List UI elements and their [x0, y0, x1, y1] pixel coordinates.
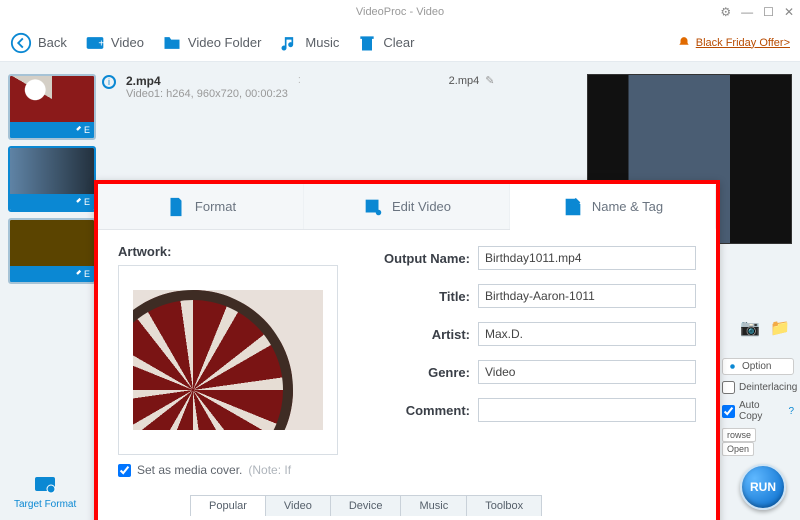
- back-button[interactable]: Back: [10, 32, 67, 54]
- target-format-icon: [30, 473, 60, 497]
- open-button[interactable]: Open: [722, 442, 754, 456]
- clear-button[interactable]: Clear: [357, 33, 414, 53]
- output-file-name: 2.mp4 ✎: [449, 74, 495, 87]
- clip-thumb[interactable]: E: [8, 74, 96, 140]
- promo-label: Black Friday Offer>: [696, 37, 790, 49]
- clear-label: Clear: [383, 35, 414, 50]
- svg-text:+: +: [98, 38, 104, 49]
- run-button[interactable]: RUN: [740, 464, 786, 510]
- bell-icon: [677, 36, 691, 50]
- set-cover-checkbox[interactable]: [118, 464, 131, 477]
- artist-field[interactable]: [478, 322, 696, 346]
- clip-thumb[interactable]: E: [8, 146, 96, 212]
- snapshot-icon[interactable]: 📷: [740, 318, 760, 338]
- tab-format[interactable]: Format: [98, 184, 304, 229]
- format-category-tabs: Popular Video Device Music Toolbox: [190, 495, 541, 516]
- artist-label: Artist:: [352, 327, 470, 342]
- titlebar: VideoProc - Video ⚙ — ☐ ✕: [0, 0, 800, 24]
- target-format-button[interactable]: Target Format: [14, 473, 76, 510]
- tab-toolbox[interactable]: Toolbox: [466, 495, 542, 516]
- title-label: Title:: [352, 289, 470, 304]
- gear-icon: [727, 361, 738, 372]
- minimize-button[interactable]: —: [741, 5, 753, 19]
- thumb-image: [10, 148, 94, 194]
- wrench-icon: [72, 269, 82, 279]
- settings-icon[interactable]: ⚙: [720, 5, 731, 19]
- wrench-icon: [72, 197, 82, 207]
- thumb-image: [10, 220, 94, 266]
- file-meta: Video1: h264, 960x720, 00:00:23: [126, 88, 288, 100]
- comment-label: Comment:: [352, 403, 470, 418]
- codec-option-button[interactable]: Option: [722, 358, 794, 375]
- artwork-preview[interactable]: [118, 265, 338, 455]
- tab-name-tag[interactable]: Name & Tag: [510, 185, 716, 230]
- tab-popular[interactable]: Popular: [190, 495, 266, 516]
- scissors-icon: [362, 196, 384, 218]
- tab-device[interactable]: Device: [330, 495, 402, 516]
- output-name-label: Output Name:: [352, 251, 470, 266]
- promo-link[interactable]: Black Friday Offer>: [677, 36, 790, 50]
- back-label: Back: [38, 35, 67, 50]
- add-folder-label: Video Folder: [188, 35, 261, 50]
- close-button[interactable]: ✕: [784, 5, 794, 19]
- right-options: Option Deinterlacing? Auto Copy? rowse O…: [722, 358, 794, 456]
- output-name-field[interactable]: [478, 246, 696, 270]
- clip-sidebar: E E E: [8, 74, 96, 290]
- info-icon[interactable]: i: [102, 75, 116, 89]
- open-folder-icon[interactable]: 📁: [770, 318, 790, 338]
- auto-copy-checkbox[interactable]: Auto Copy?: [722, 400, 794, 422]
- title-field[interactable]: [478, 284, 696, 308]
- add-video-button[interactable]: + Video: [85, 33, 144, 53]
- artwork-label: Artwork:: [118, 244, 338, 259]
- maximize-button[interactable]: ☐: [763, 5, 774, 19]
- window-title: VideoProc - Video: [356, 6, 444, 18]
- thumb-image: [10, 76, 94, 122]
- deinterlacing-checkbox[interactable]: Deinterlacing?: [722, 381, 794, 394]
- file-name: 2.mp4: [126, 74, 161, 88]
- file-icon: [165, 196, 187, 218]
- add-folder-button[interactable]: Video Folder: [162, 33, 261, 53]
- clip-thumb[interactable]: E: [8, 218, 96, 284]
- add-music-label: Music: [305, 35, 339, 50]
- genre-label: Genre:: [352, 365, 470, 380]
- comment-field[interactable]: [478, 398, 696, 422]
- add-music-button[interactable]: Music: [279, 33, 339, 53]
- tab-music[interactable]: Music: [400, 495, 467, 516]
- set-cover-label: Set as media cover.: [137, 463, 242, 477]
- tag-pencil-icon: [562, 196, 584, 218]
- pencil-icon[interactable]: ✎: [485, 74, 494, 87]
- tab-video[interactable]: Video: [265, 495, 331, 516]
- add-video-label: Video: [111, 35, 144, 50]
- panel-tabs: Format Edit Video Name & Tag: [98, 184, 716, 230]
- artwork-image: [133, 290, 293, 430]
- metadata-panel: Format Edit Video Name & Tag Artwork: Se…: [94, 180, 720, 520]
- main-toolbar: Back + Video Video Folder Music Clear Bl…: [0, 24, 800, 62]
- genre-field[interactable]: [478, 360, 696, 384]
- wrench-icon: [72, 125, 82, 135]
- browse-button[interactable]: rowse: [722, 428, 756, 442]
- tab-edit-video[interactable]: Edit Video: [304, 184, 510, 229]
